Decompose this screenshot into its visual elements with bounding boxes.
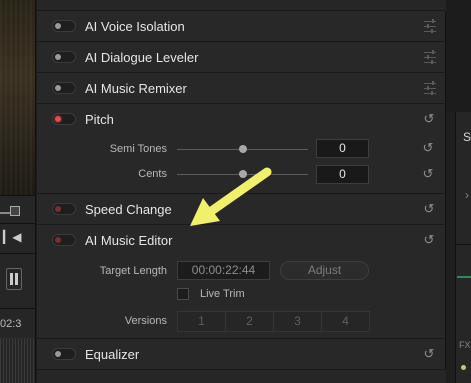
pitch-toggle[interactable]: [52, 113, 76, 125]
version-button-3[interactable]: 3: [274, 312, 322, 331]
fairlight-inspector-screen: ▎◀ 02:3 AI Voice Isolation AI Dialogue L…: [0, 0, 471, 383]
right-top-area: [447, 0, 471, 112]
adjust-button[interactable]: Adjust: [280, 261, 369, 280]
reset-icon[interactable]: ↺: [422, 202, 436, 216]
effect-row-equalizer[interactable]: Equalizer ↺: [37, 339, 446, 370]
version-button-4[interactable]: 4: [322, 312, 369, 331]
equalizer-toggle[interactable]: [52, 348, 76, 360]
inspector-panel: AI Voice Isolation AI Dialogue Leveler A…: [37, 0, 446, 383]
toggle-knob: [55, 116, 61, 122]
toggle-knob: [55, 237, 61, 243]
target-length-field[interactable]: 00:00:22:44: [177, 261, 270, 280]
semi-tones-slider-thumb[interactable]: [238, 145, 247, 153]
dialogue-leveler-toggle[interactable]: [52, 51, 76, 63]
toggle-knob: [55, 85, 61, 91]
live-trim-checkbox[interactable]: [177, 288, 189, 300]
sliders-icon[interactable]: [424, 50, 436, 64]
right-panel-letter: S: [463, 130, 471, 144]
effect-title: Equalizer: [85, 346, 140, 362]
reset-icon[interactable]: ↺: [422, 233, 436, 247]
previous-row: [37, 0, 446, 11]
sliders-icon[interactable]: [424, 19, 436, 33]
cents-label: Cents: [138, 168, 167, 180]
effect-row-dialogue-leveler[interactable]: AI Dialogue Leveler: [37, 42, 446, 73]
effect-title: Speed Change: [85, 201, 172, 217]
divider: [456, 244, 471, 245]
reset-icon[interactable]: ↺: [422, 347, 436, 361]
voice-isolation-toggle[interactable]: [52, 20, 76, 32]
reset-icon[interactable]: ↺: [421, 141, 435, 155]
cents-slider-thumb[interactable]: [238, 170, 247, 178]
semi-tones-value[interactable]: 0: [316, 139, 369, 158]
chevron-right-icon[interactable]: ›: [465, 188, 469, 202]
reset-icon[interactable]: ↺: [422, 112, 436, 126]
green-indicator: [457, 276, 471, 278]
effect-row-music-remixer[interactable]: AI Music Remixer: [37, 73, 446, 104]
previous-icon[interactable]: ▎◀: [3, 230, 21, 244]
effect-title: AI Music Editor: [85, 233, 173, 248]
effect-title: AI Dialogue Leveler: [85, 49, 199, 65]
effect-title: Pitch: [85, 112, 114, 127]
version-button-1[interactable]: 1: [178, 312, 226, 331]
effect-title: AI Voice Isolation: [85, 18, 185, 34]
reset-icon[interactable]: ↺: [421, 167, 435, 181]
effect-row-pitch: Pitch ↺ Semi Tones 0 ↺ Cents 0 ↺: [37, 104, 446, 194]
timecode-display: 02:3: [0, 318, 22, 330]
viewer-edge: ▎◀ 02:3: [0, 0, 36, 383]
versions-label: Versions: [124, 315, 167, 327]
toggle-knob: [55, 351, 61, 357]
toggle-knob: [55, 54, 61, 60]
music-remixer-toggle[interactable]: [52, 82, 76, 94]
semi-tones-label: Semi Tones: [109, 143, 167, 155]
target-length-label: Target Length: [99, 265, 167, 277]
pause-icon[interactable]: [6, 268, 22, 290]
toggle-knob: [55, 23, 61, 29]
effect-row-voice-isolation[interactable]: AI Voice Isolation: [37, 11, 446, 42]
cents-value[interactable]: 0: [316, 165, 369, 184]
versions-selector: 1 2 3 4: [177, 311, 370, 332]
status-dot: [461, 365, 466, 370]
effect-row-speed-change[interactable]: Speed Change ↺: [37, 194, 446, 225]
sliders-icon[interactable]: [424, 81, 436, 95]
speed-change-toggle[interactable]: [52, 203, 76, 215]
effect-title: AI Music Remixer: [85, 80, 187, 96]
waveform: [0, 338, 35, 383]
toggle-knob: [55, 206, 61, 212]
scrub-handle[interactable]: [10, 206, 20, 216]
right-panel-edge: S › FX: [447, 0, 471, 383]
fx-label: FX: [459, 340, 471, 350]
music-editor-toggle[interactable]: [52, 234, 76, 246]
video-preview: [0, 0, 35, 195]
live-trim-label: Live Trim: [200, 288, 245, 300]
next-row: [37, 370, 446, 383]
version-button-2[interactable]: 2: [226, 312, 274, 331]
